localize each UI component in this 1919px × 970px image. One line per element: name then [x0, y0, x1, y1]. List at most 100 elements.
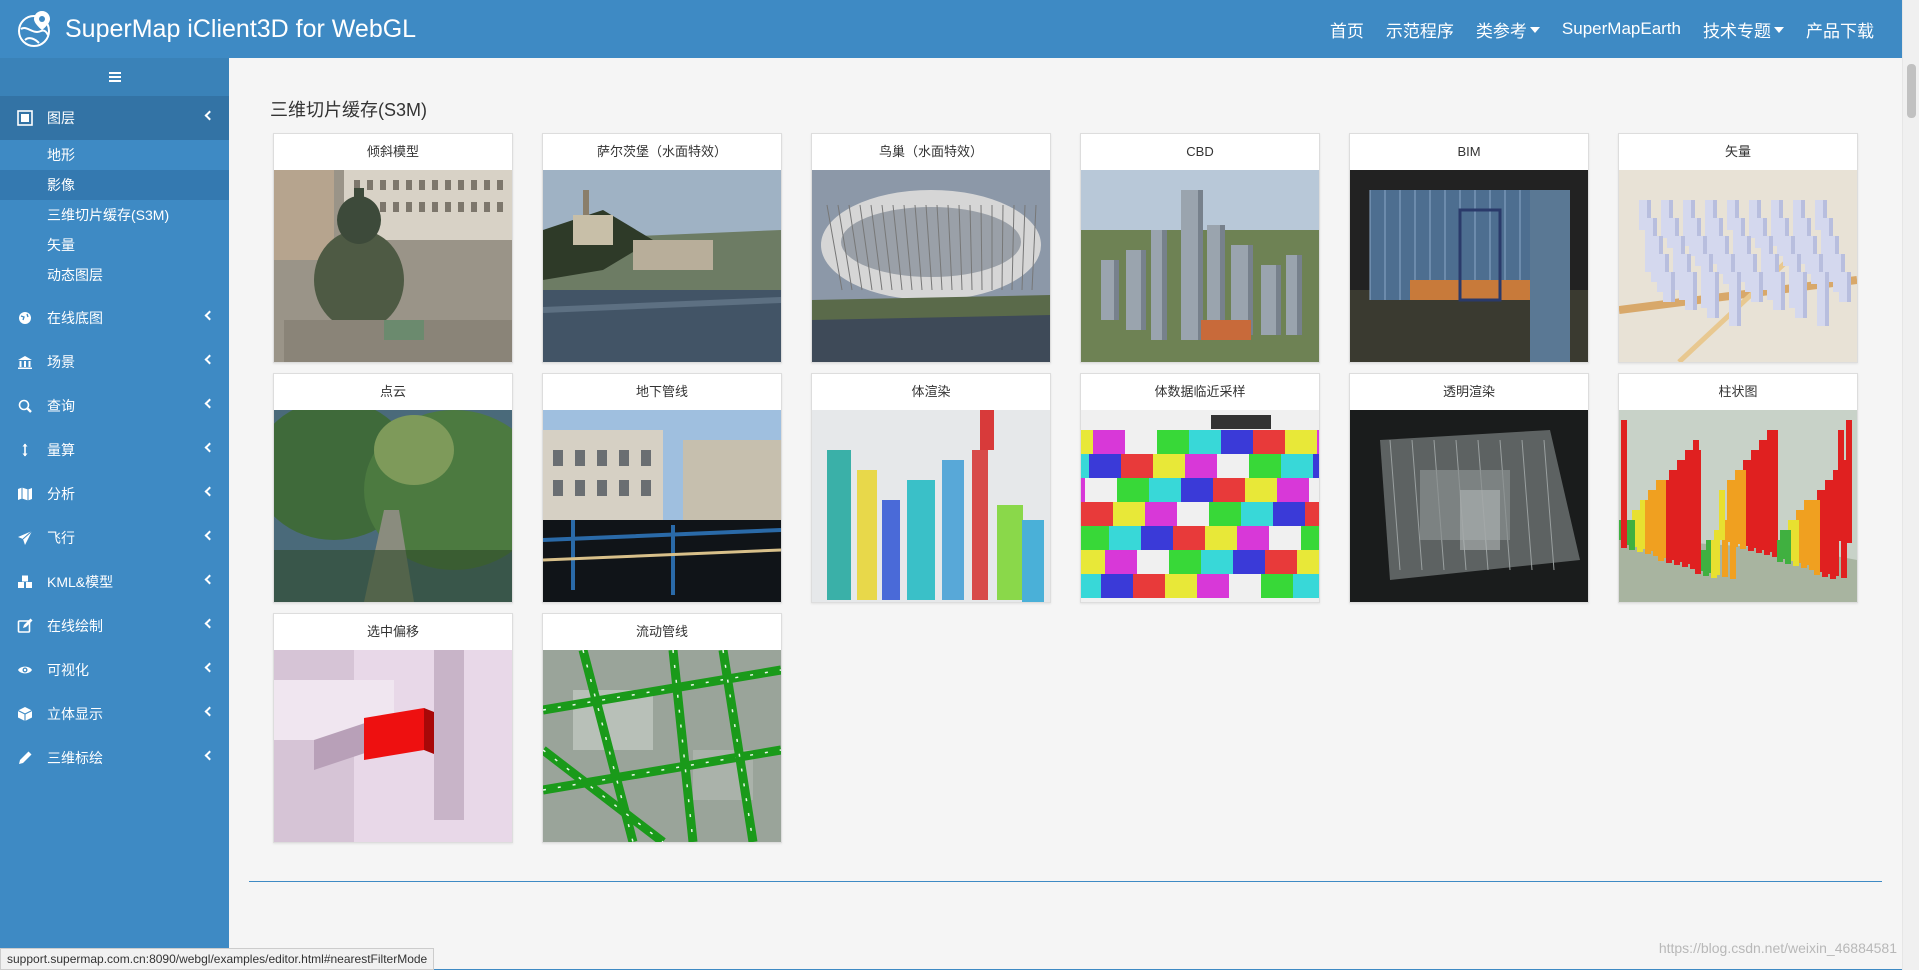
- sidebar-toggle-button[interactable]: [0, 58, 229, 96]
- example-thumbnail-transparent[interactable]: [1350, 410, 1588, 602]
- chevron-left-icon: [204, 110, 215, 121]
- sidebar-menu-5[interactable]: 分析: [0, 472, 229, 516]
- sidebar-menu: 图层地形 影像 三维切片缓存(S3M) 矢量 动态图层在线底图场景查询量算分析飞行 KML…: [0, 96, 229, 780]
- sidebar-menu-0[interactable]: 图层: [0, 96, 229, 140]
- sidebar-menu-2[interactable]: 场景: [0, 340, 229, 384]
- chevron-left-icon: [204, 750, 215, 761]
- nav-item-5[interactable]: 产品下载: [1806, 17, 1874, 42]
- example-thumbnail-pipeline[interactable]: [543, 410, 781, 602]
- supermap-logo-icon[interactable]: [15, 9, 55, 49]
- sidebar-subitem-2[interactable]: 三维切片缓存(S3M): [0, 200, 229, 230]
- example-card[interactable]: 透明渲染: [1349, 373, 1589, 603]
- watermark-text: https://blog.csdn.net/weixin_46884581: [1658, 940, 1897, 956]
- example-thumbnail-vector[interactable]: [1619, 170, 1857, 362]
- sidebar-menu-11[interactable]: 三维标绘: [0, 736, 229, 780]
- nav-item-label: 示范程序: [1385, 21, 1454, 41]
- example-card[interactable]: 倾斜模型: [273, 133, 513, 363]
- example-card[interactable]: CBD: [1080, 133, 1320, 363]
- divider: [249, 881, 1882, 882]
- example-card-title: 体数据临近采样: [1154, 384, 1246, 399]
- chevron-left-icon: [204, 442, 215, 453]
- sidebar-submenu: 地形 影像 三维切片缓存(S3M) 矢量 动态图层: [0, 140, 229, 290]
- example-thumbnail-volume[interactable]: [812, 410, 1050, 602]
- nav-item-label: 技术专题: [1703, 21, 1771, 41]
- chevron-left-icon: [204, 354, 215, 365]
- nav-item-3[interactable]: SuperMapEarth: [1562, 19, 1681, 39]
- example-card-title: 鸟巢（水面特效）: [878, 144, 983, 159]
- example-card-title: CBD: [1186, 144, 1214, 159]
- chevron-left-icon: [204, 310, 215, 321]
- pencil-icon: [17, 750, 33, 766]
- example-thumbnail-histogram[interactable]: [1619, 410, 1857, 602]
- caret-down-icon: [1774, 27, 1784, 33]
- example-thumbnail-nearest[interactable]: [1081, 410, 1319, 602]
- chevron-left-icon: [204, 662, 215, 673]
- example-card[interactable]: 体数据临近采样: [1080, 373, 1320, 603]
- edit-icon: [17, 618, 33, 634]
- example-card[interactable]: 矢量: [1618, 133, 1858, 363]
- section-title: 三维切片缓存(S3M): [270, 100, 427, 120]
- layers-icon: [17, 110, 33, 126]
- example-card[interactable]: 选中偏移: [273, 613, 513, 843]
- example-thumbnail-salzburg[interactable]: [543, 170, 781, 362]
- example-thumbnail-offset[interactable]: [274, 650, 512, 842]
- example-card[interactable]: 鸟巢（水面特效）: [811, 133, 1051, 363]
- sidebar-menu-1[interactable]: 在线底图: [0, 296, 229, 340]
- example-card[interactable]: 地下管线: [542, 373, 782, 603]
- sidebar-menu-label: 场景: [47, 354, 75, 370]
- hamburger-icon: [108, 72, 121, 82]
- plane-icon: [17, 530, 33, 546]
- chevron-left-icon: [204, 706, 215, 717]
- example-thumbnail-flowpipe[interactable]: [543, 650, 781, 842]
- example-card-title: 柱状图: [1718, 384, 1758, 399]
- sidebar-menu-label: 查询: [47, 398, 75, 414]
- sidebar-subitem-3[interactable]: 矢量: [0, 230, 229, 260]
- caret-down-icon: [1529, 27, 1540, 33]
- nav-item-0[interactable]: 首页: [1330, 17, 1364, 42]
- example-card[interactable]: 萨尔茨堡（水面特效）: [542, 133, 782, 363]
- example-card[interactable]: 点云: [273, 373, 513, 603]
- example-card-title: 倾斜模型: [366, 144, 419, 159]
- sidebar-subitem-1[interactable]: 影像: [0, 170, 229, 200]
- chevron-left-icon: [204, 618, 215, 629]
- example-card[interactable]: 柱状图: [1618, 373, 1858, 603]
- example-card-title: 流动管线: [635, 624, 688, 639]
- sidebar-menu-3[interactable]: 查询: [0, 384, 229, 428]
- example-card-title: 透明渲染: [1442, 384, 1495, 399]
- sidebar-subitem-0[interactable]: 地形: [0, 140, 229, 170]
- sidebar-subitem-4[interactable]: 动态图层: [0, 260, 229, 290]
- example-thumbnail-birdnest[interactable]: [812, 170, 1050, 362]
- globe-icon: [17, 310, 33, 326]
- sidebar-menu-label: 飞行: [47, 530, 75, 546]
- page-scrollbar[interactable]: [1902, 0, 1919, 970]
- brand-title[interactable]: SuperMap iClient3D for WebGL: [65, 15, 416, 44]
- sidebar-menu-label: 在线绘制: [47, 618, 103, 634]
- sidebar-menu-7[interactable]: KML&模型: [0, 560, 229, 604]
- example-card[interactable]: 流动管线: [542, 613, 782, 843]
- example-thumbnail-cbd[interactable]: [1081, 170, 1319, 362]
- nav-item-1[interactable]: 示范程序: [1386, 17, 1454, 42]
- top-navbar: SuperMap iClient3D for WebGL 首页 示范程序 类参考 Su…: [0, 0, 1902, 58]
- main-content: 三维切片缓存(S3M) 倾斜模型 萨尔茨堡（水面特效） 鸟巢（水面特效） CBD BIM…: [229, 58, 1902, 970]
- sidebar-menu-label: 在线底图: [47, 310, 103, 326]
- sidebar-menu-label: 分析: [47, 486, 75, 502]
- example-card[interactable]: BIM: [1349, 133, 1589, 363]
- chevron-left-icon: [204, 574, 215, 585]
- sidebar-menu-6[interactable]: 飞行: [0, 516, 229, 560]
- example-card[interactable]: 体渲染: [811, 373, 1051, 603]
- top-nav-menu: 首页 示范程序 类参考 SuperMapEarth 技术专题 产品下载: [1308, 0, 1874, 58]
- example-card-title: 体渲染: [911, 384, 951, 399]
- nav-item-2[interactable]: 类参考: [1476, 17, 1540, 42]
- example-thumbnail-bim[interactable]: [1350, 170, 1588, 362]
- sidebar-menu-9[interactable]: 可视化: [0, 648, 229, 692]
- sidebar-menu-10[interactable]: 立体显示: [0, 692, 229, 736]
- example-thumbnail-oblique[interactable]: [274, 170, 512, 362]
- sidebar-menu-4[interactable]: 量算: [0, 428, 229, 472]
- example-thumbnail-pointcloud[interactable]: [274, 410, 512, 602]
- example-card-title: 选中偏移: [366, 624, 419, 639]
- sidebar-menu-8[interactable]: 在线绘制: [0, 604, 229, 648]
- nav-item-4[interactable]: 技术专题: [1703, 17, 1784, 42]
- sidebar-menu-label: 图层: [47, 110, 75, 126]
- scrollbar-thumb[interactable]: [1907, 64, 1916, 118]
- sidebar-menu-label: 可视化: [47, 662, 89, 678]
